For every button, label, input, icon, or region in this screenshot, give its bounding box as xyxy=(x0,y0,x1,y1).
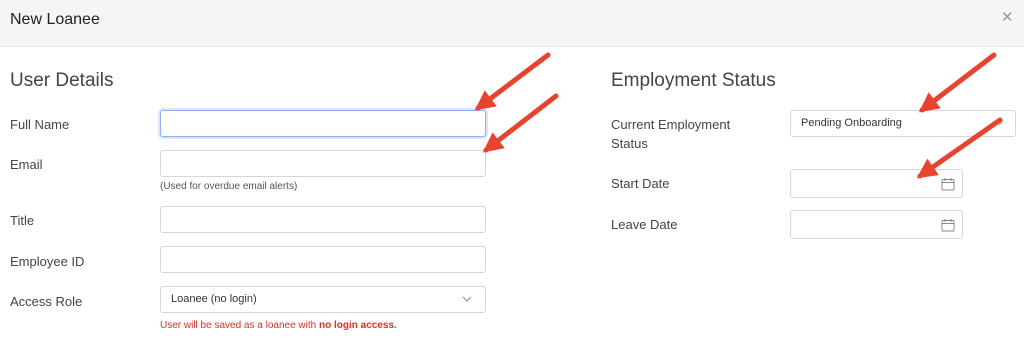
employment-status-selected: Pending Onboarding xyxy=(801,117,902,129)
modal-title: New Loanee xyxy=(10,11,100,28)
email-input[interactable] xyxy=(160,150,486,177)
email-help-text: (Used for overdue email alerts) xyxy=(160,181,298,192)
chevron-down-icon xyxy=(994,120,1004,126)
annotation-arrow xyxy=(474,52,551,111)
annotation-arrow xyxy=(482,93,559,153)
leave-date-label: Leave Date xyxy=(611,217,678,232)
calendar-icon[interactable] xyxy=(941,177,955,191)
chevron-down-icon xyxy=(462,296,472,302)
close-icon[interactable]: ✕ xyxy=(1001,8,1014,26)
annotation-arrow xyxy=(918,52,997,113)
full-name-label: Full Name xyxy=(10,117,70,132)
employment-status-title: Employment Status xyxy=(611,70,776,91)
employee-id-input[interactable] xyxy=(160,246,486,273)
full-name-input[interactable] xyxy=(160,110,486,137)
current-status-label: Current Employment Status xyxy=(611,117,731,151)
calendar-icon[interactable] xyxy=(941,218,955,232)
access-role-warning: User will be saved as a loanee with no l… xyxy=(160,320,397,331)
title-input[interactable] xyxy=(160,206,486,233)
modal-header: New Loanee ✕ xyxy=(0,0,1024,47)
leave-date-input[interactable] xyxy=(790,210,963,239)
access-role-label: Access Role xyxy=(10,294,83,309)
employment-status-select[interactable]: Pending Onboarding xyxy=(790,110,1016,137)
employee-id-label: Employee ID xyxy=(10,254,85,269)
start-date-input[interactable] xyxy=(790,169,963,198)
access-role-selected: Loanee (no login) xyxy=(171,293,257,305)
user-details-title: User Details xyxy=(10,70,114,91)
email-label: Email xyxy=(10,157,43,172)
start-date-label: Start Date xyxy=(611,176,670,191)
title-label: Title xyxy=(10,213,35,228)
access-role-select[interactable]: Loanee (no login) xyxy=(160,286,486,313)
